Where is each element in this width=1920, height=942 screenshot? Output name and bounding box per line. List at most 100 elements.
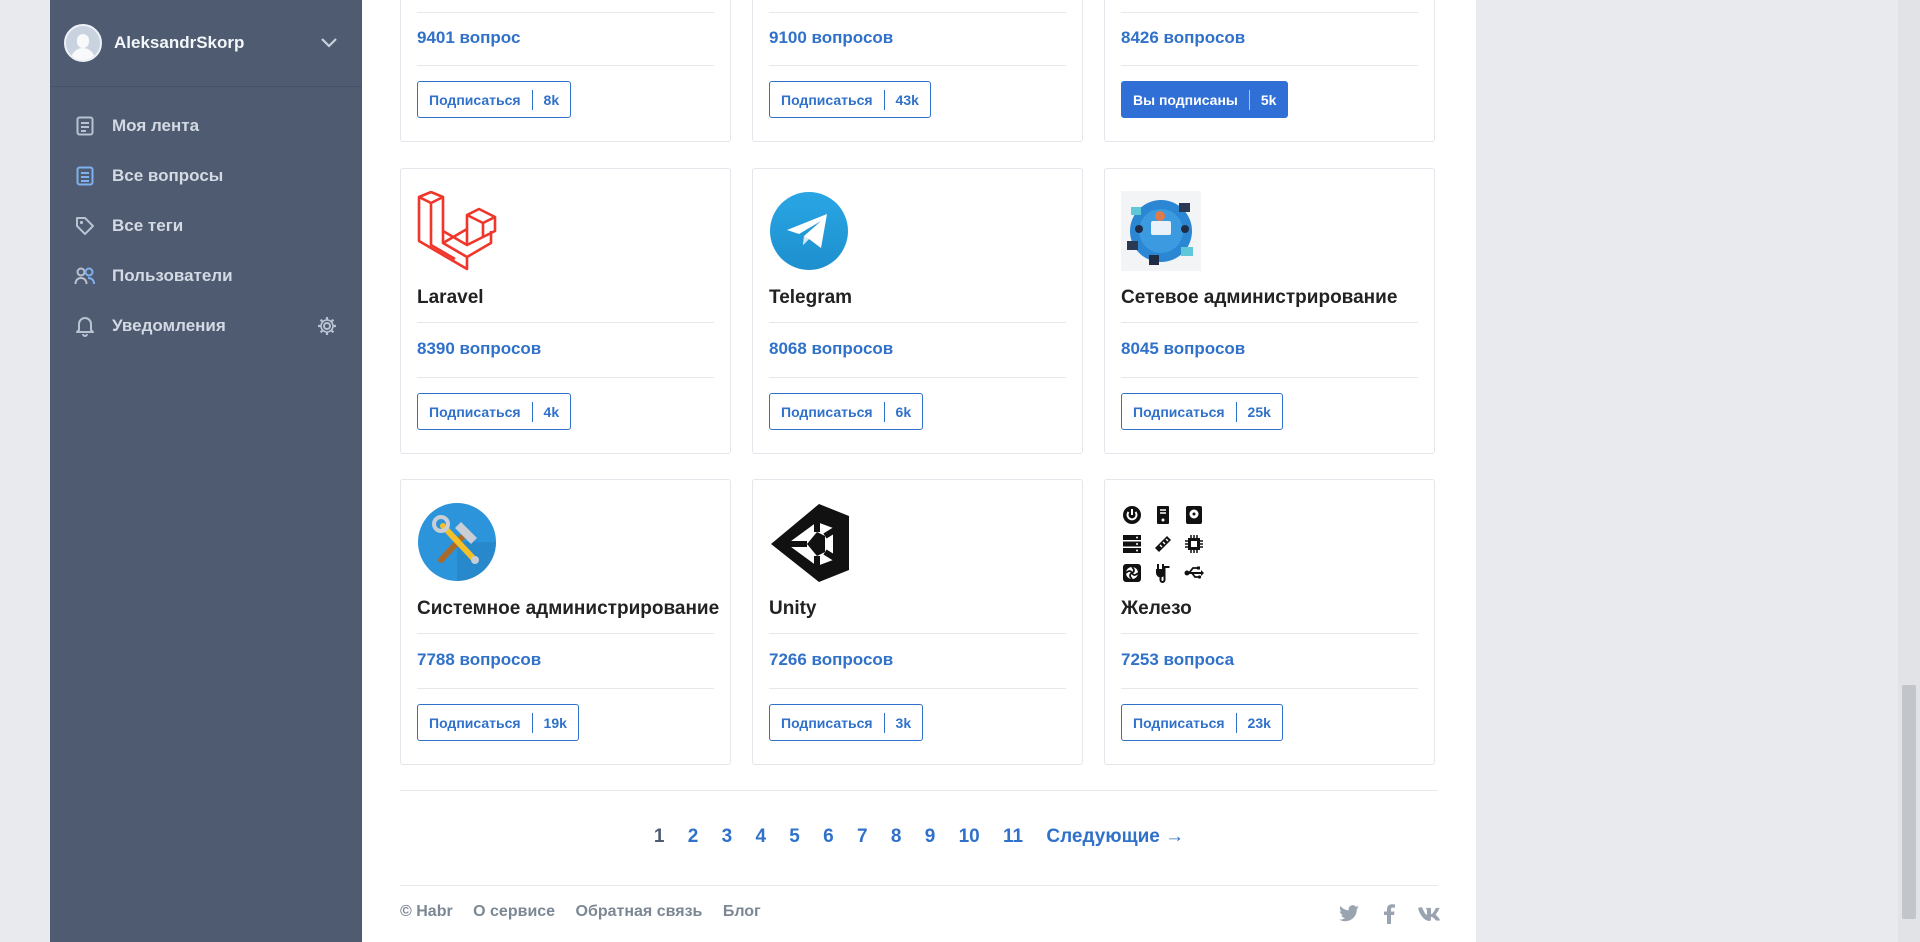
divider bbox=[1121, 688, 1418, 689]
subscribe-button[interactable]: Подписаться 43k bbox=[769, 81, 931, 118]
page-link-current[interactable]: 1 bbox=[654, 826, 665, 848]
rack-server-icon bbox=[1121, 533, 1143, 555]
page-scrollbar[interactable] bbox=[1898, 0, 1920, 942]
bell-icon bbox=[74, 315, 96, 337]
subscribers-count: 23k bbox=[1235, 712, 1282, 733]
questions-icon bbox=[74, 165, 96, 187]
sysadmin-tools-icon[interactable] bbox=[417, 502, 497, 582]
vk-icon[interactable] bbox=[1418, 904, 1440, 924]
hardware-icons-grid[interactable] bbox=[1121, 502, 1204, 583]
sidebar-item-users[interactable]: Пользователи bbox=[50, 251, 362, 301]
user-panel[interactable]: AleksandrSkorp bbox=[50, 0, 362, 87]
tag-title[interactable]: Сетевое администрирование bbox=[1121, 287, 1397, 309]
sidebar-item-tags[interactable]: Все теги bbox=[50, 201, 362, 251]
divider bbox=[417, 633, 714, 634]
tag-question-count[interactable]: 7266 вопросов bbox=[769, 650, 893, 670]
gear-icon[interactable] bbox=[316, 315, 338, 337]
tag-card-laravel: Laravel 8390 вопросов Подписаться 4k bbox=[400, 168, 731, 454]
subscribe-button[interactable]: Подписаться 4k bbox=[417, 393, 572, 430]
divider bbox=[417, 688, 714, 689]
users-icon bbox=[74, 265, 96, 287]
tag-card-hardware: Железо 7253 вопроса Подписаться 23k bbox=[1104, 479, 1435, 765]
subscribe-button[interactable]: Подписаться 19k bbox=[417, 704, 579, 741]
tag-title[interactable]: Unity bbox=[769, 598, 817, 620]
sidebar-item-label: Моя лента bbox=[112, 116, 200, 135]
subscribe-button[interactable]: Подписаться 6k bbox=[769, 393, 924, 430]
subscribers-count: 25k bbox=[1235, 401, 1282, 422]
laravel-logo-icon[interactable] bbox=[417, 190, 497, 271]
tag-question-count[interactable]: 8390 вопросов bbox=[417, 339, 541, 359]
subscribers-count: 43k bbox=[883, 89, 930, 110]
subscribe-label: Подписаться bbox=[1133, 714, 1225, 731]
next-page-link[interactable]: Следующие → bbox=[1046, 826, 1184, 848]
sidebar-item-questions[interactable]: Все вопросы bbox=[50, 151, 362, 201]
page-link[interactable]: 8 bbox=[891, 826, 902, 848]
subscribers-count: 8k bbox=[531, 89, 571, 110]
divider bbox=[769, 322, 1066, 323]
telegram-logo-icon[interactable] bbox=[769, 191, 849, 271]
page-link[interactable]: 3 bbox=[722, 826, 733, 848]
page-link[interactable]: 7 bbox=[857, 826, 868, 848]
tag-question-count[interactable]: 8045 вопросов bbox=[1121, 339, 1245, 359]
subscribers-count: 5k bbox=[1248, 89, 1288, 110]
divider bbox=[769, 633, 1066, 634]
avatar[interactable] bbox=[64, 24, 102, 62]
tag-question-count[interactable]: 8426 вопросов bbox=[1121, 28, 1245, 48]
power-icon bbox=[1121, 504, 1143, 526]
divider bbox=[769, 377, 1066, 378]
subscribe-button[interactable]: Подписаться 3k bbox=[769, 704, 924, 741]
subscribe-label: Подписаться bbox=[429, 91, 521, 108]
divider bbox=[400, 790, 1438, 791]
ram-stick-icon bbox=[1152, 533, 1174, 555]
tag-card-sysadmin: Системное администрирование 7788 вопросо… bbox=[400, 479, 731, 765]
footer-link-blog[interactable]: Блог bbox=[723, 903, 761, 920]
subscribe-button[interactable]: Подписаться 25k bbox=[1121, 393, 1283, 430]
divider bbox=[1121, 377, 1418, 378]
tag-question-count[interactable]: 7788 вопросов bbox=[417, 650, 541, 670]
unsubscribe-button[interactable]: Вы подписаны 5k bbox=[1121, 81, 1289, 118]
page-link[interactable]: 5 bbox=[789, 826, 800, 848]
subscribe-button[interactable]: Подписаться 8k bbox=[417, 81, 572, 118]
footer-link-about[interactable]: О сервисе bbox=[473, 903, 555, 920]
pagination: 1 2 3 4 5 6 7 8 9 10 11 Следующие → bbox=[362, 826, 1476, 848]
facebook-icon[interactable] bbox=[1378, 904, 1400, 924]
page-link[interactable]: 11 bbox=[1003, 826, 1023, 848]
page-link[interactable]: 2 bbox=[688, 826, 699, 848]
page-link[interactable]: 4 bbox=[755, 826, 766, 848]
footer-link-feedback[interactable]: Обратная связь bbox=[576, 903, 703, 920]
sidebar-item-notifications[interactable]: Уведомления bbox=[50, 301, 362, 351]
twitter-icon[interactable] bbox=[1338, 904, 1360, 924]
tag-card: 9100 вопросов Подписаться 43k bbox=[752, 0, 1083, 142]
divider bbox=[1121, 322, 1418, 323]
tag-question-count[interactable]: 9100 вопросов bbox=[769, 28, 893, 48]
divider bbox=[417, 322, 714, 323]
tag-question-count[interactable]: 9401 вопрос bbox=[417, 28, 520, 48]
sidebar-item-label: Пользователи bbox=[112, 266, 233, 285]
divider bbox=[769, 65, 1066, 66]
tag-title[interactable]: Системное администрирование bbox=[417, 598, 719, 620]
tag-question-count[interactable]: 8068 вопросов bbox=[769, 339, 893, 359]
hdd-icon bbox=[1183, 504, 1205, 526]
unity-logo-icon[interactable] bbox=[769, 502, 849, 582]
scrollbar-thumb[interactable] bbox=[1902, 685, 1916, 919]
copyright[interactable]: © Habr bbox=[400, 903, 453, 920]
tag-question-count[interactable]: 7253 вопроса bbox=[1121, 650, 1234, 670]
chevron-down-icon[interactable] bbox=[320, 34, 338, 52]
page-link[interactable]: 10 bbox=[959, 826, 980, 848]
sidebar-item-feed[interactable]: Моя лента bbox=[50, 101, 362, 151]
network-admin-image[interactable] bbox=[1121, 191, 1201, 271]
page-link[interactable]: 6 bbox=[823, 826, 834, 848]
tag-title[interactable]: Железо bbox=[1121, 598, 1192, 620]
tag-card-unity: Unity 7266 вопросов Подписаться 3k bbox=[752, 479, 1083, 765]
social-links bbox=[1338, 904, 1440, 924]
tag-card-network-admin: Сетевое администрирование 8045 вопросов … bbox=[1104, 168, 1435, 454]
page-link[interactable]: 9 bbox=[925, 826, 936, 848]
subscribe-button[interactable]: Подписаться 23k bbox=[1121, 704, 1283, 741]
subscribe-label: Подписаться bbox=[781, 714, 873, 731]
subscribe-label: Подписаться bbox=[781, 91, 873, 108]
sidebar-item-label: Все теги bbox=[112, 216, 184, 235]
tag-title[interactable]: Laravel bbox=[417, 287, 484, 309]
tag-title[interactable]: Telegram bbox=[769, 287, 852, 309]
sidebar-item-label: Уведомления bbox=[112, 316, 226, 335]
sidebar-nav: Моя лента Все вопросы Все теги Пользоват… bbox=[50, 87, 362, 351]
